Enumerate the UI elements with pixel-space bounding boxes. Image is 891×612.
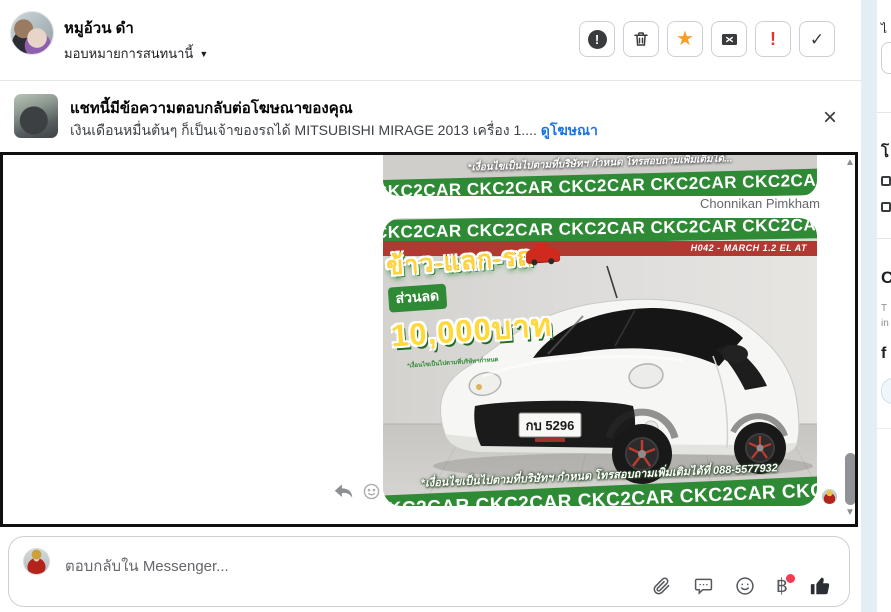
- assign-conversation-dropdown[interactable]: มอบหมายการสนทนานี้ ▼: [64, 43, 208, 64]
- panel-chip-partial[interactable]: [881, 378, 891, 404]
- panel-name-fragment: C: [881, 268, 891, 287]
- promo-overlay: ข้าว-แลก-รถ ส่วนลด 10,000บาท *เงื่อนไขเป…: [385, 234, 583, 372]
- view-ad-link[interactable]: ดูโฆษณา: [541, 122, 598, 138]
- sender-name-label: Chonnikan Pimkham: [700, 196, 820, 211]
- panel-text-fragment-1: T: [881, 303, 888, 314]
- conversation-card: หมูอ้วน ดำ มอบหมายการสนทนานี้ ▼ ! ★ ! ✓ …: [0, 0, 861, 612]
- message-list[interactable]: *เงื่อนไขเป็นไปตามที่บริษัทฯ กำหนด โทรสอ…: [0, 152, 858, 527]
- mail-unread-icon: [721, 33, 737, 45]
- close-notice-button[interactable]: ×: [816, 104, 844, 132]
- notification-dot: [786, 573, 795, 583]
- important-icon: !: [770, 29, 776, 49]
- panel-text-fragment-2: in: [881, 318, 889, 329]
- header-divider: [0, 80, 861, 81]
- details-panel-partial: ไ โ C T in f: [877, 0, 891, 612]
- composer-actions: ฿: [652, 573, 831, 597]
- conversation-toolbar: ! ★ ! ✓: [579, 21, 835, 57]
- reply-composer[interactable]: ตอบกลับใน Messenger... ฿: [8, 536, 850, 607]
- seen-by-avatar: [822, 489, 837, 504]
- ad-image-message[interactable]: CKC2CAR CKC2CAR CKC2CAR CKC2CAR CKC2CAR …: [383, 218, 817, 506]
- ad-thumbnail: [14, 94, 58, 138]
- report-icon: !: [587, 29, 607, 49]
- contact-name: หมูอ้วน ดำ: [64, 20, 134, 37]
- panel-label-fragment: ไ: [881, 22, 888, 36]
- message-hover-actions: [334, 483, 380, 500]
- panel-icon-2[interactable]: [881, 202, 891, 212]
- scrollbar-thumb[interactable]: [845, 453, 855, 505]
- ad-notice-snippet-text: เงินเดือนหมื่นต้นๆ ก็เป็นเจ้าของรถได้ MI…: [70, 122, 537, 138]
- reply-icon[interactable]: [334, 483, 353, 500]
- scroll-down-arrow[interactable]: ▼: [842, 507, 855, 518]
- emoji-icon[interactable]: [735, 576, 755, 596]
- reply-input[interactable]: ตอบกลับใน Messenger...: [65, 554, 229, 578]
- mark-important-button[interactable]: !: [755, 21, 791, 57]
- star-icon: ★: [676, 28, 694, 50]
- chevron-down-icon: ▼: [199, 48, 209, 59]
- trash-icon: [634, 32, 648, 46]
- panel-divider: [877, 428, 891, 429]
- check-icon: ✓: [809, 29, 825, 49]
- attachment-icon[interactable]: [652, 576, 672, 596]
- panel-divider: [877, 112, 891, 113]
- inbox-page: หมูอ้วน ดำ มอบหมายการสนทนานี้ ▼ ! ★ ! ✓ …: [0, 0, 891, 612]
- react-emoji-icon[interactable]: [363, 483, 380, 500]
- panel-heading-fragment: โ: [881, 144, 890, 161]
- ad-notice-snippet: เงินเดือนหมื่นต้นๆ ก็เป็นเจ้าของรถได้ MI…: [70, 120, 598, 142]
- license-plate: กบ 5296: [526, 418, 575, 433]
- mark-done-button[interactable]: ✓: [799, 21, 835, 57]
- mark-unread-button[interactable]: [711, 21, 747, 57]
- previous-image-message[interactable]: *เงื่อนไขเป็นไปตามที่บริษัทฯ กำหนด โทรสอ…: [383, 155, 817, 196]
- close-icon: ×: [822, 104, 837, 131]
- delete-button[interactable]: [623, 21, 659, 57]
- saved-replies-icon[interactable]: [693, 576, 714, 596]
- follow-up-button[interactable]: ★: [667, 21, 703, 57]
- panel-divider: [877, 238, 891, 239]
- panel-icon-1[interactable]: [881, 176, 891, 186]
- thumbs-up-icon[interactable]: [809, 575, 831, 597]
- contact-avatar[interactable]: [10, 11, 54, 55]
- page-avatar: [23, 548, 50, 575]
- ad-notice-title: แชทนี้มีข้อความตอบกลับต่อโฆษณาของคุณ: [70, 100, 353, 117]
- facebook-icon: f: [881, 345, 887, 362]
- scroll-up-arrow[interactable]: ▲: [842, 157, 855, 168]
- assign-conversation-label: มอบหมายการสนทนานี้: [64, 46, 194, 61]
- payment-button[interactable]: ฿: [776, 573, 795, 596]
- panel-button-partial[interactable]: [881, 42, 891, 74]
- report-button[interactable]: !: [579, 21, 615, 57]
- red-car-clipart: [525, 247, 561, 263]
